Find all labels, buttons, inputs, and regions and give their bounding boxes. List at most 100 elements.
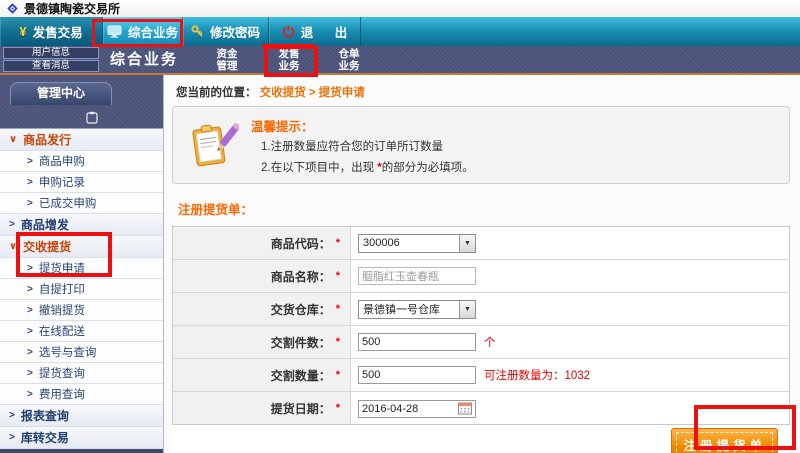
- sidebar-item-subscription-records[interactable]: > 申购记录: [0, 172, 163, 193]
- field-label: 交割数量： *: [173, 359, 351, 391]
- sidebar-item-cancel-pickup[interactable]: > 撤销提货: [0, 300, 163, 321]
- field-label-text: 交割件数：: [271, 334, 331, 351]
- sidebar-item-warehouse-transfer[interactable]: > 库转交易: [0, 427, 163, 449]
- sidebar-item-product-issuance[interactable]: ∨ 商品发行: [0, 129, 163, 151]
- chevron-right-icon: >: [27, 156, 33, 167]
- chevron-down-icon[interactable]: ▼: [459, 235, 475, 252]
- pieces-unit: 个: [484, 334, 496, 350]
- sidebar-item-pickup-application[interactable]: > 提货申请: [0, 258, 163, 279]
- sidebar-item-fee-query[interactable]: > 费用查询: [0, 384, 163, 405]
- top-nav-label: 发售交易: [33, 22, 83, 41]
- sidebar-item-self-pickup-print[interactable]: > 自提打印: [0, 279, 163, 300]
- form-row-pieces: 交割件数： * 个: [173, 326, 789, 359]
- tab-fund-management[interactable]: 资金 管理: [200, 47, 254, 73]
- sidebar-item-label: 提货查询: [39, 365, 85, 381]
- tab-management-center[interactable]: 管理中心: [10, 82, 112, 105]
- sidebar-item-pickup-query[interactable]: > 提货查询: [0, 363, 163, 384]
- field-value: 景德镇一号仓库 ▼: [351, 293, 789, 325]
- top-nav-sale-trade[interactable]: ¥ 发售交易: [0, 17, 103, 46]
- user-buttons: 用户信息 查看消息: [3, 47, 99, 73]
- chevron-right-icon: >: [27, 368, 33, 379]
- notice-title: 温馨提示：: [251, 116, 314, 135]
- field-label-text: 商品名称：: [271, 268, 331, 285]
- sidebar-item-completed-subscriptions[interactable]: > 已成交申购: [0, 193, 163, 214]
- field-label: 商品名称： *: [173, 260, 351, 292]
- chevron-right-icon: >: [27, 284, 33, 295]
- notice-line-2: 2.在以下项目中，出现 *的部分为必填项。: [261, 159, 474, 175]
- field-label: 商品代码： *: [173, 227, 351, 259]
- chevron-right-icon: >: [27, 177, 33, 188]
- product-name-input[interactable]: [358, 267, 476, 285]
- main-content: 您当前的位置： 交收提货 > 提货申请: [164, 75, 800, 453]
- sidebar-item-label: 库转交易: [21, 429, 69, 446]
- required-asterisk: *: [336, 237, 340, 249]
- chevron-down-icon: ∨: [9, 241, 17, 252]
- sidebar-item-label: 选号与查询: [39, 344, 97, 360]
- tab-sale-business[interactable]: 发售 业务: [262, 47, 316, 73]
- form-button-bar: 注册提货单: [172, 425, 788, 453]
- sidebar-item-label: 提货申请: [39, 260, 85, 276]
- sidebar-item-report-query[interactable]: > 报表查询: [0, 405, 163, 427]
- register-pickup-order-button[interactable]: 注册提货单: [671, 428, 778, 453]
- tab-label-line: 业务: [339, 60, 360, 72]
- window-title: 景德镇陶瓷交易所: [24, 0, 120, 17]
- app-logo-icon: [6, 2, 19, 15]
- field-value: [351, 260, 789, 292]
- calendar-icon[interactable]: [458, 402, 472, 415]
- sidebar-item-label: 商品申购: [39, 153, 85, 169]
- sidebar-item-delivery-pickup[interactable]: ∨ 交收提货: [0, 236, 163, 258]
- sidebar-item-label: 商品增发: [21, 216, 69, 233]
- field-label: 提货日期： *: [173, 392, 351, 424]
- form-row-product-code: 商品代码： * 300006 ▼: [173, 227, 789, 260]
- required-asterisk: *: [336, 402, 340, 414]
- required-asterisk: *: [336, 303, 340, 315]
- top-nav-label: 综合业务: [128, 22, 178, 41]
- view-messages-button[interactable]: 查看消息: [3, 60, 99, 72]
- pieces-input[interactable]: [358, 333, 476, 351]
- notice-line-2-text: 2.在以下项目中，出现: [261, 162, 377, 174]
- sidebar-item-number-selection-query[interactable]: > 选号与查询: [0, 342, 163, 363]
- field-value: 300006 ▼: [351, 227, 789, 259]
- tab-label-line: 仓单: [339, 48, 360, 60]
- breadcrumb-path[interactable]: 交收提货 > 提货申请: [260, 87, 365, 99]
- form-row-date: 提货日期： *: [173, 392, 789, 424]
- sidebar-item-additional-issuance[interactable]: > 商品增发: [0, 214, 163, 236]
- chevron-right-icon: >: [27, 198, 33, 209]
- required-asterisk: *: [336, 369, 340, 381]
- sidebar-item-label: 商品发行: [23, 131, 71, 148]
- power-icon: [282, 25, 295, 38]
- key-icon: [191, 25, 204, 38]
- chevron-down-icon[interactable]: ▼: [459, 301, 475, 318]
- clipboard-icon[interactable]: [86, 111, 98, 124]
- chevron-right-icon: >: [9, 410, 15, 421]
- sidebar-item-online-delivery[interactable]: > 在线配送: [0, 321, 163, 342]
- field-label: 交货仓库： *: [173, 293, 351, 325]
- notice-line-2-text: 的部分为必填项。: [382, 162, 474, 174]
- tab-label-line: 业务: [279, 60, 300, 72]
- sidebar-item-product-subscription[interactable]: > 商品申购: [0, 151, 163, 172]
- top-nav-logout[interactable]: 退 出: [269, 17, 361, 46]
- field-value: 个: [351, 326, 789, 358]
- quantity-input[interactable]: [358, 366, 476, 384]
- form-row-quantity: 交割数量： * 可注册数量为：1032: [173, 359, 789, 392]
- field-label-text: 提货日期：: [271, 400, 331, 417]
- field-label-text: 交货仓库：: [271, 301, 331, 318]
- form-row-product-name: 商品名称： *: [173, 260, 789, 293]
- user-info-button[interactable]: 用户信息: [3, 47, 99, 59]
- tab-label-line: 管理: [217, 60, 238, 72]
- top-nav-comprehensive-business[interactable]: 综合业务: [103, 17, 183, 46]
- top-nav-change-password[interactable]: 修改密码: [183, 17, 269, 46]
- form-row-warehouse: 交货仓库： * 景德镇一号仓库 ▼: [173, 293, 789, 326]
- warehouse-select[interactable]: 景德镇一号仓库 ▼: [358, 300, 476, 319]
- tab-warehouse-receipt[interactable]: 仓单 业务: [322, 47, 376, 73]
- title-bar: 景德镇陶瓷交易所: [0, 0, 800, 17]
- top-nav: ¥ 发售交易 综合业务 修改密码 退 出: [0, 17, 800, 46]
- sidebar-item-label: 自提打印: [39, 281, 85, 297]
- product-code-select[interactable]: 300006 ▼: [358, 234, 476, 253]
- sidebar-item-label: 交收提货: [23, 238, 71, 255]
- chevron-right-icon: >: [27, 347, 33, 358]
- field-value: 可注册数量为：1032: [351, 359, 789, 391]
- sub-nav: 用户信息 查看消息 综合业务 资金 管理 发售 业务 仓单 业务: [0, 46, 800, 75]
- pickup-form: 商品代码： * 300006 ▼ 商品名称： *: [172, 226, 790, 425]
- top-nav-label: 退 出: [301, 22, 356, 41]
